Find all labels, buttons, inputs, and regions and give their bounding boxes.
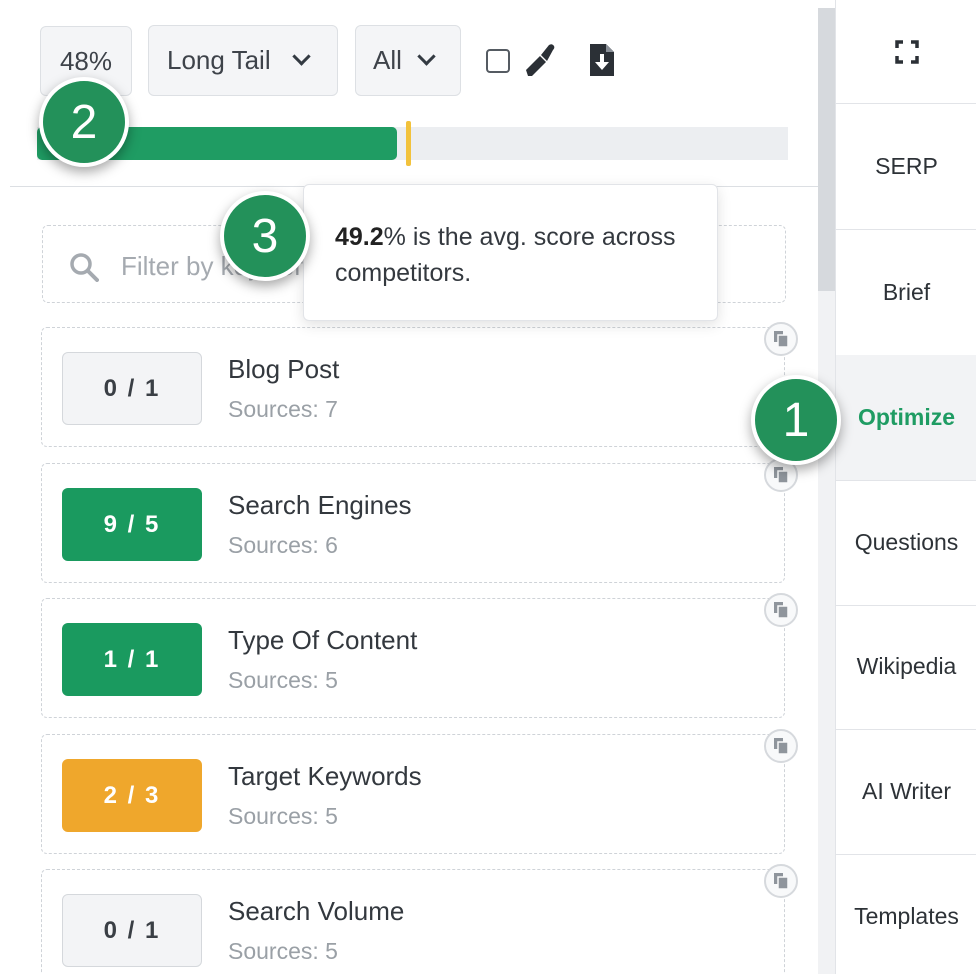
download-icon[interactable] bbox=[588, 42, 616, 78]
tab-ai-writer[interactable]: AI Writer bbox=[836, 729, 976, 855]
copy-button[interactable] bbox=[764, 593, 798, 627]
keyword-card: 1 / 1 Type Of Content Sources: 5 bbox=[41, 598, 785, 718]
score-progress-bar bbox=[37, 121, 788, 166]
keyword-mode-select[interactable]: Long Tail bbox=[148, 25, 338, 96]
expand-button[interactable] bbox=[836, 0, 976, 104]
chevron-down-icon bbox=[291, 47, 311, 66]
keyword-title: Blog Post bbox=[228, 354, 340, 384]
step-badge-2: 2 bbox=[39, 77, 129, 167]
keyword-usage-count: 9 / 5 bbox=[62, 488, 202, 561]
scrollbar[interactable] bbox=[818, 8, 835, 974]
highlight-checkbox[interactable] bbox=[486, 49, 510, 73]
avg-score-marker bbox=[406, 121, 412, 166]
copy-icon bbox=[774, 873, 789, 890]
copy-icon bbox=[774, 331, 789, 348]
keyword-sources: Sources: 7 bbox=[228, 396, 338, 422]
keyword-card: 0 / 1 Blog Post Sources: 7 bbox=[41, 327, 785, 447]
keyword-card: 0 / 1 Search Volume Sources: 5 bbox=[41, 869, 785, 974]
keyword-title: Type Of Content bbox=[228, 625, 418, 655]
tab-brief[interactable]: Brief bbox=[836, 230, 976, 356]
keyword-usage-count: 0 / 1 bbox=[62, 894, 202, 967]
filter-value: All bbox=[373, 45, 402, 75]
keyword-card: 9 / 5 Search Engines Sources: 6 bbox=[41, 463, 785, 583]
step-badge-1: 1 bbox=[751, 375, 841, 465]
keyword-usage-count: 2 / 3 bbox=[62, 759, 202, 832]
tool-sidebar: SERP Brief Optimize Questions Wikipedia … bbox=[835, 0, 976, 974]
tab-templates[interactable]: Templates bbox=[836, 854, 976, 974]
copy-button[interactable] bbox=[764, 322, 798, 356]
keyword-sources: Sources: 5 bbox=[228, 938, 338, 964]
copy-button[interactable] bbox=[764, 864, 798, 898]
scrollbar-thumb[interactable] bbox=[818, 8, 835, 291]
copy-button[interactable] bbox=[764, 729, 798, 763]
copy-icon bbox=[774, 467, 789, 484]
chevron-down-icon bbox=[417, 47, 436, 66]
tooltip-text: % is the avg. score across competitors. bbox=[335, 223, 676, 287]
keyword-usage-count: 1 / 1 bbox=[62, 623, 202, 696]
expand-icon bbox=[894, 39, 919, 64]
copy-icon bbox=[774, 602, 789, 619]
keyword-sources: Sources: 6 bbox=[228, 532, 338, 558]
tooltip-value: 49.2 bbox=[335, 223, 384, 251]
keyword-card: 2 / 3 Target Keywords Sources: 5 bbox=[41, 734, 785, 854]
tab-optimize[interactable]: Optimize bbox=[836, 355, 976, 481]
tab-questions[interactable]: Questions bbox=[836, 480, 976, 606]
keyword-usage-count: 0 / 1 bbox=[62, 352, 202, 425]
search-icon bbox=[70, 253, 99, 282]
keyword-mode-value: Long Tail bbox=[167, 45, 271, 75]
avg-score-tooltip: 49.2% is the avg. score across competito… bbox=[303, 184, 718, 321]
keyword-sources: Sources: 5 bbox=[228, 667, 338, 693]
step-badge-3: 3 bbox=[220, 191, 310, 281]
tab-serp[interactable]: SERP bbox=[836, 104, 976, 230]
filter-select[interactable]: All bbox=[355, 25, 461, 96]
marker-icon[interactable] bbox=[522, 42, 556, 78]
tab-wikipedia[interactable]: Wikipedia bbox=[836, 604, 976, 730]
keyword-title: Search Engines bbox=[228, 490, 412, 520]
keyword-sources: Sources: 5 bbox=[228, 803, 338, 829]
keyword-title: Search Volume bbox=[228, 896, 405, 926]
copy-icon bbox=[774, 738, 789, 755]
keyword-title: Target Keywords bbox=[228, 761, 422, 791]
